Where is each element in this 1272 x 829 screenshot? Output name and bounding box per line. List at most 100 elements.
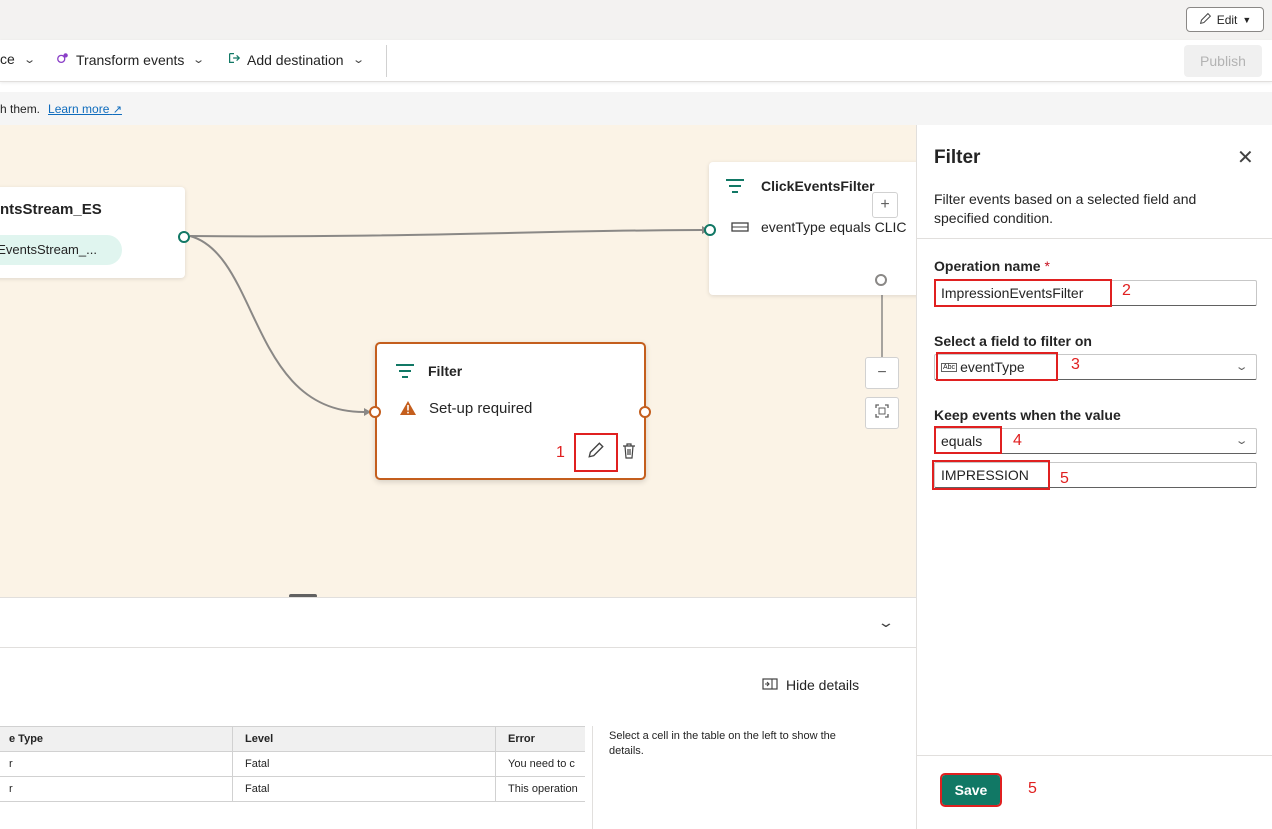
pencil-icon xyxy=(587,441,605,464)
input-port[interactable] xyxy=(704,224,716,236)
click-node-title: ClickEventsFilter xyxy=(761,178,875,194)
column-header[interactable]: Level xyxy=(232,726,496,752)
add-destination-menu[interactable]: Add destination ⌄ xyxy=(227,51,365,68)
warning-icon xyxy=(399,400,417,421)
annotation-1: 1 xyxy=(556,444,565,461)
details-divider xyxy=(592,726,593,829)
learn-more-label: Learn more xyxy=(48,101,110,116)
close-icon[interactable]: ✕ xyxy=(1237,145,1254,170)
field-icon xyxy=(731,220,749,238)
destination-label: Add destination xyxy=(247,51,344,68)
table-row[interactable]: r Fatal You need to c xyxy=(0,751,585,777)
annotation-3: 3 xyxy=(1071,356,1080,373)
annotation-5-save: 5 xyxy=(1028,780,1037,797)
chevron-down-icon: ⌄ xyxy=(1234,435,1249,447)
caret-down-icon: ▼ xyxy=(1242,14,1252,25)
filter-node-status: Set-up required xyxy=(429,400,533,417)
column-header[interactable]: Error xyxy=(495,726,585,752)
annotation-box-3 xyxy=(936,352,1058,381)
info-bar: h them. Learn more ↗ xyxy=(0,92,916,125)
required-mark: * xyxy=(1044,258,1050,274)
annotation-box-4 xyxy=(934,426,1002,454)
pencil-icon xyxy=(1199,12,1212,28)
export-icon xyxy=(227,51,241,68)
table-cell[interactable]: You need to c xyxy=(495,751,585,777)
info-bar-right xyxy=(916,92,1272,125)
source-node-title: ntsStream_ES xyxy=(0,201,102,218)
fit-view-button[interactable] xyxy=(865,397,899,429)
source-node-stream: oEventsStream_... xyxy=(0,235,122,265)
table-cell[interactable]: r xyxy=(0,776,233,802)
chevron-down-icon: ⌄ xyxy=(192,54,206,66)
app-root: Edit ▼ ce ⌄ Transform events ⌄ Add desti… xyxy=(0,0,1272,829)
learn-more-link[interactable]: Learn more ↗ xyxy=(48,102,122,116)
external-link-icon: ↗ xyxy=(112,103,122,116)
annotation-2: 2 xyxy=(1122,282,1131,299)
annotation-5: 5 xyxy=(1060,470,1069,487)
canvas-port[interactable] xyxy=(875,274,887,286)
transform-events-menu[interactable]: Transform events ⌄ xyxy=(56,51,206,68)
input-port[interactable] xyxy=(369,406,381,418)
annotation-4: 4 xyxy=(1013,432,1022,449)
table-row[interactable]: r Fatal This operation xyxy=(0,776,585,802)
chevron-down-icon: ⌄ xyxy=(351,54,365,66)
hide-details-button[interactable]: Hide details xyxy=(762,677,859,693)
output-port[interactable] xyxy=(639,406,651,418)
data-preview-panel: ⌄ Hide details e Type Level Error r Fata… xyxy=(0,597,916,829)
filter-config-panel: Filter ✕ Filter events based on a select… xyxy=(916,125,1272,829)
chevron-down-icon: ⌄ xyxy=(22,53,36,66)
toolbar: ce ⌄ Transform events ⌄ Add destination … xyxy=(0,40,1272,82)
table-cell[interactable]: This operation xyxy=(495,776,585,802)
bottom-panel-header: ⌄ xyxy=(0,598,916,648)
transform-icon xyxy=(56,51,70,68)
chevron-down-icon[interactable]: ⌄ xyxy=(877,614,895,631)
fit-view-icon xyxy=(875,403,889,423)
edit-button[interactable]: Edit ▼ xyxy=(1186,7,1264,32)
divider xyxy=(917,238,1272,239)
source-node[interactable]: ntsStream_ES oEventsStream_... xyxy=(0,187,190,278)
filter-node-title: Filter xyxy=(428,363,463,379)
errors-table: e Type Level Error r Fatal You need to c… xyxy=(0,726,585,802)
delete-node-button[interactable] xyxy=(621,442,637,465)
table-cell[interactable]: Fatal xyxy=(232,776,496,802)
minus-icon: − xyxy=(877,364,887,381)
chevron-down-icon: ⌄ xyxy=(1234,361,1249,373)
annotation-box-5 xyxy=(932,460,1050,490)
footer-divider xyxy=(917,755,1272,756)
column-header[interactable]: e Type xyxy=(0,726,233,752)
source-label: ce xyxy=(0,51,15,67)
info-text: h them. xyxy=(0,101,41,116)
pipeline-canvas[interactable]: ntsStream_ES oEventsStream_... ClickEven… xyxy=(0,125,916,597)
output-port[interactable] xyxy=(178,231,190,243)
panel-icon xyxy=(762,677,778,693)
panel-description: Filter events based on a selected field … xyxy=(934,191,1197,226)
zoom-in-button[interactable]: + xyxy=(872,192,898,218)
filter-node[interactable]: Filter Set-up required xyxy=(369,342,651,480)
save-button[interactable]: Save xyxy=(940,773,1002,807)
edit-label: Edit xyxy=(1216,12,1238,27)
filter-icon xyxy=(395,363,415,384)
field-label: Select a field to filter on xyxy=(934,333,1092,349)
panel-title: Filter xyxy=(934,147,981,168)
keep-events-label: Keep events when the value xyxy=(934,407,1121,423)
annotation-box-2 xyxy=(934,279,1112,307)
table-cell[interactable]: Fatal xyxy=(232,751,496,777)
details-hint: Select a cell in the table on the left t… xyxy=(609,730,836,757)
transform-label: Transform events xyxy=(76,51,185,68)
table-header-row: e Type Level Error xyxy=(0,726,585,752)
plus-icon: + xyxy=(880,196,890,213)
add-source-menu[interactable]: ce ⌄ xyxy=(0,51,36,67)
toolbar-divider xyxy=(386,45,387,77)
edit-node-button[interactable] xyxy=(574,433,618,472)
hide-details-label: Hide details xyxy=(786,677,860,693)
zoom-out-button[interactable]: − xyxy=(865,357,899,389)
operation-name-label-text: Operation name xyxy=(934,258,1041,274)
table-cell[interactable]: r xyxy=(0,751,233,777)
edge-source-to-filter xyxy=(189,235,368,414)
edge-source-to-click xyxy=(189,229,703,238)
operation-name-label: Operation name * xyxy=(934,258,1050,274)
filter-icon xyxy=(725,178,745,199)
edit-bar: Edit ▼ xyxy=(0,0,1272,40)
publish-button[interactable]: Publish xyxy=(1184,45,1262,77)
click-node-condition: eventType equals CLIC xyxy=(761,219,907,235)
